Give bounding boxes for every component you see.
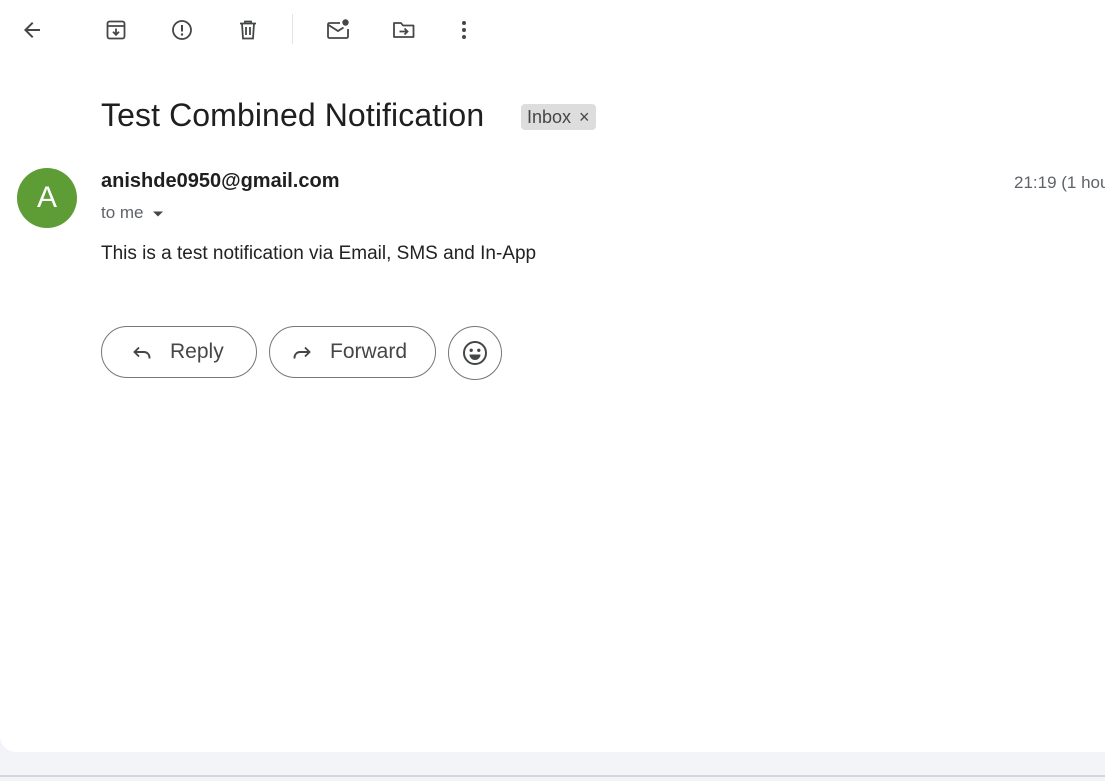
label-text: Inbox	[527, 106, 572, 127]
archive-button[interactable]	[96, 10, 136, 50]
back-button[interactable]	[12, 10, 52, 50]
emoji-reaction-button[interactable]	[448, 326, 502, 380]
forward-button[interactable]: Forward	[269, 326, 436, 378]
forward-icon	[290, 340, 314, 364]
reply-icon	[130, 340, 154, 364]
message-timestamp: 21:19 (1 hou	[1014, 173, 1105, 192]
sender-avatar[interactable]: A	[17, 168, 77, 228]
reply-label: Reply	[170, 340, 224, 363]
toolbar-divider	[292, 14, 293, 44]
move-to-button[interactable]	[384, 10, 424, 50]
smiley-icon	[463, 341, 487, 365]
trash-icon	[240, 20, 256, 40]
report-spam-button[interactable]	[162, 10, 202, 50]
bottom-divider	[0, 775, 1105, 777]
caret-down-icon	[152, 211, 163, 216]
recipient-text: to me	[101, 203, 144, 222]
email-subject: Test Combined Notification	[101, 97, 485, 133]
more-options-button[interactable]	[444, 10, 484, 50]
arrow-left-icon	[24, 22, 40, 38]
remove-label-icon[interactable]: ×	[579, 108, 590, 126]
forward-label: Forward	[330, 340, 408, 363]
email-body: This is a test notification via Email, S…	[101, 243, 537, 264]
message-panel: Test Combined Notification Inbox × A ani…	[0, 0, 1105, 752]
more-vertical-icon	[462, 21, 466, 39]
archive-icon	[106, 20, 126, 40]
move-to-folder-icon	[393, 22, 415, 38]
sender-email[interactable]: anishde0950@gmail.com	[101, 170, 340, 193]
delete-button[interactable]	[228, 10, 268, 50]
mark-unread-button[interactable]	[318, 10, 358, 50]
inbox-label-chip[interactable]: Inbox ×	[521, 104, 596, 130]
recipient-details-toggle[interactable]: to me	[101, 203, 164, 223]
mail-unread-icon	[327, 19, 349, 39]
reply-button[interactable]: Reply	[101, 326, 257, 378]
report-spam-icon	[172, 20, 192, 40]
